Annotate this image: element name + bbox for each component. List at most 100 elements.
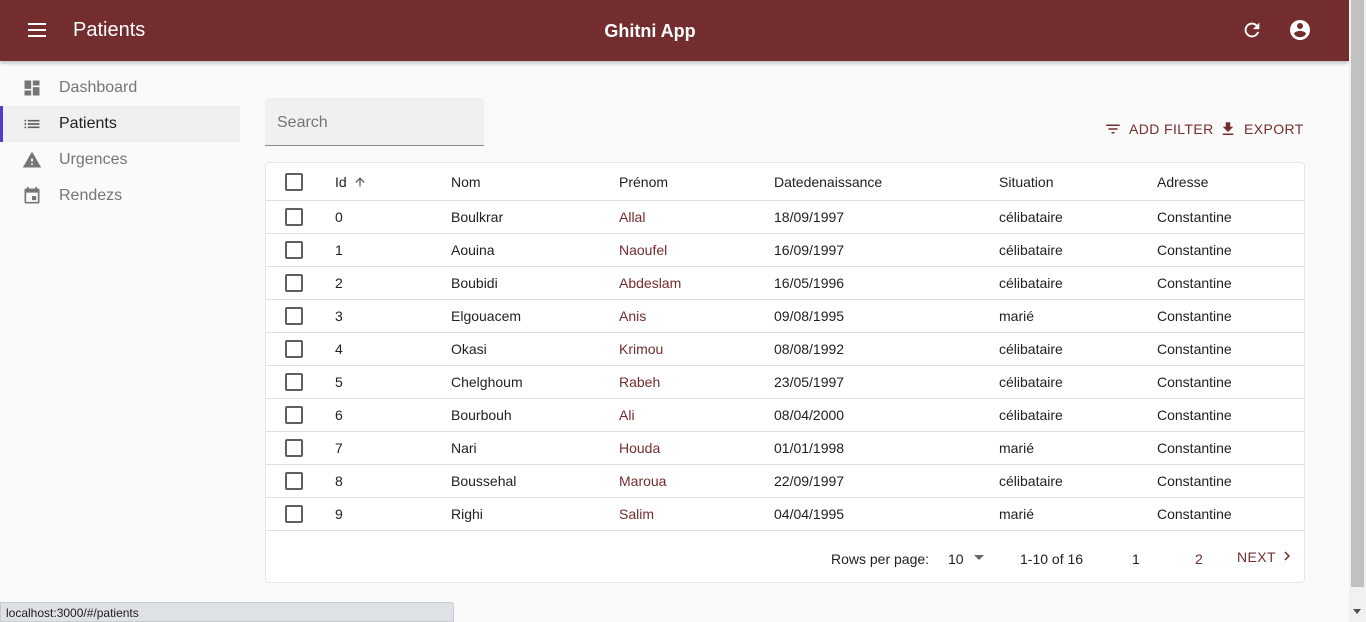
account-circle-icon [1290,20,1310,40]
export-label: EXPORT [1244,121,1304,137]
row-checkbox[interactable] [285,307,303,325]
cell-id: 1 [335,242,343,258]
scroll-down-arrow-icon[interactable] [1353,609,1361,614]
cell-adresse: Constantine [1157,374,1232,390]
cell-adresse: Constantine [1157,440,1232,456]
row-checkbox[interactable] [285,406,303,424]
row-checkbox[interactable] [285,505,303,523]
sidebar-item-label: Dashboard [59,79,138,96]
cell-id: 2 [335,275,343,291]
sidebar-item-label: Urgences [59,151,128,168]
column-header-situation[interactable]: Situation [999,163,1053,200]
table-row[interactable]: 3 Elgouacem Anis 09/08/1995 marié Consta… [266,300,1304,333]
row-checkbox[interactable] [285,274,303,292]
pagination: Rows per page: 10 1-10 of 16 1 2 NEXT [266,534,1304,582]
sidebar-item-rendezs[interactable]: Rendezs [0,178,240,214]
table-row[interactable]: 6 Bourbouh Ali 08/04/2000 célibataire Co… [266,399,1304,432]
scrollbar-thumb[interactable] [1351,0,1364,587]
cell-datedenaissance: 04/04/1995 [774,506,845,522]
table-row[interactable]: 8 Boussehal Maroua 22/09/1997 célibatair… [266,465,1304,498]
next-label: NEXT [1237,549,1276,565]
column-header-id[interactable]: Id [335,163,367,200]
page-scrollbar[interactable] [1349,0,1366,622]
dashboard-icon [20,76,44,100]
add-filter-button[interactable]: ADD FILTER [1104,118,1214,140]
row-checkbox[interactable] [285,208,303,226]
list-icon [20,112,44,136]
table-row[interactable]: 9 Righi Salim 04/04/1995 marié Constanti… [266,498,1304,531]
select-all-checkbox[interactable] [285,173,303,191]
export-button[interactable]: EXPORT [1219,118,1304,140]
row-checkbox[interactable] [285,472,303,490]
column-header-datedenaissance[interactable]: Datedenaissance [774,163,882,200]
cell-prenom[interactable]: Salim [619,498,654,530]
column-header-prenom[interactable]: Prénom [619,163,668,200]
row-checkbox[interactable] [285,340,303,358]
table-row[interactable]: 7 Nari Houda 01/01/1998 marié Constantin… [266,432,1304,465]
cell-prenom[interactable]: Ali [619,399,635,431]
cell-situation: célibataire [999,242,1063,258]
cell-prenom[interactable]: Houda [619,432,660,464]
table-row[interactable]: 2 Boubidi Abdeslam 16/05/1996 célibatair… [266,267,1304,300]
row-checkbox[interactable] [285,439,303,457]
cell-prenom[interactable]: Allal [619,201,645,233]
cell-situation: célibataire [999,209,1063,225]
download-icon [1219,120,1237,138]
cell-adresse: Constantine [1157,308,1232,324]
sidebar-item-dashboard[interactable]: Dashboard [0,70,240,106]
search-placeholder: Search [277,114,328,131]
column-header-adresse[interactable]: Adresse [1157,163,1208,200]
cell-id: 5 [335,374,343,390]
cell-prenom[interactable]: Krimou [619,333,663,365]
cell-situation: célibataire [999,473,1063,489]
search-input[interactable]: Search [265,98,484,146]
cell-prenom[interactable]: Anis [619,300,646,332]
table-row[interactable]: 1 Aouina Naoufel 16/09/1997 célibataire … [266,234,1304,267]
cell-id: 9 [335,506,343,522]
caret-down-icon [973,554,984,560]
cell-datedenaissance: 08/08/1992 [774,341,845,357]
cell-nom: Boulkrar [451,209,504,225]
refresh-icon [1244,22,1260,38]
cell-situation: célibataire [999,341,1063,357]
page-1-button[interactable]: 1 [1132,551,1140,567]
cell-datedenaissance: 16/09/1997 [774,242,845,258]
page-2-button[interactable]: 2 [1195,551,1203,567]
rows-per-page-select[interactable]: 10 [948,547,984,567]
cell-prenom[interactable]: Naoufel [619,234,667,266]
cell-situation: célibataire [999,275,1063,291]
cell-id: 6 [335,407,343,423]
refresh-button[interactable] [1237,15,1267,45]
sidebar-item-urgences[interactable]: Urgences [0,142,240,178]
row-checkbox[interactable] [285,241,303,259]
cell-situation: célibataire [999,374,1063,390]
app-bar: Patients Ghitni App [0,0,1349,61]
cell-datedenaissance: 01/01/1998 [774,440,845,456]
cell-nom: Righi [451,506,483,522]
browser-status-url: localhost:3000/#/patients [0,602,454,622]
warning-icon [20,148,44,172]
pagination-range: 1-10 of 16 [1020,551,1084,567]
arrow-up-icon [353,175,367,189]
cell-prenom[interactable]: Abdeslam [619,267,681,299]
row-checkbox[interactable] [285,373,303,391]
cell-prenom[interactable]: Maroua [619,465,666,497]
column-header-label: Id [335,173,347,190]
cell-datedenaissance: 08/04/2000 [774,407,845,423]
next-page-button[interactable]: NEXT [1237,547,1296,565]
column-header-nom[interactable]: Nom [451,163,481,200]
table-header-row: Id Nom Prénom Datedenaissance Situation … [266,163,1304,201]
cell-nom: Aouina [451,242,495,258]
cell-situation: marié [999,506,1035,522]
table-row[interactable]: 4 Okasi Krimou 08/08/1992 célibataire Co… [266,333,1304,366]
cell-prenom[interactable]: Rabeh [619,366,660,398]
cell-adresse: Constantine [1157,275,1232,291]
cell-adresse: Constantine [1157,209,1232,225]
cell-situation: marié [999,308,1035,324]
table-row[interactable]: 0 Boulkrar Allal 18/09/1997 célibataire … [266,201,1304,234]
account-button[interactable] [1285,15,1315,45]
sidebar-item-patients[interactable]: Patients [0,106,240,142]
table-row[interactable]: 5 Chelghoum Rabeh 23/05/1997 célibataire… [266,366,1304,399]
cell-id: 0 [335,209,343,225]
cell-adresse: Constantine [1157,473,1232,489]
